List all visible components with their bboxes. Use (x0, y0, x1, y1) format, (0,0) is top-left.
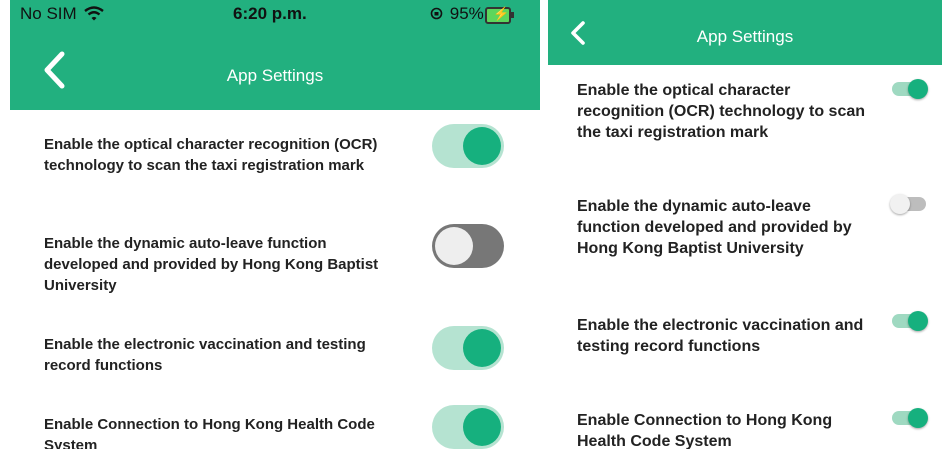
carrier-label: No SIM (20, 4, 105, 24)
nav-header: App Settings (548, 0, 942, 65)
page-title: App Settings (696, 27, 794, 46)
setting-label: Enable the optical character recognition… (44, 136, 378, 174)
toggle-knob (463, 127, 501, 165)
toggle-knob (463, 408, 501, 446)
health-code-toggle[interactable] (892, 408, 928, 428)
auto-leave-toggle[interactable] (890, 194, 926, 214)
battery-charging-icon: ⚡ (485, 6, 514, 24)
orientation-lock-icon (430, 7, 443, 20)
nav-header: App Settings (10, 30, 540, 110)
toggle-knob (908, 408, 928, 428)
setting-label: Enable Connection to Hong Kong Health Co… (44, 416, 375, 449)
vaccination-toggle[interactable] (432, 326, 504, 370)
auto-leave-toggle[interactable] (432, 224, 504, 268)
setting-label: Enable the dynamic auto-leave function d… (577, 198, 852, 257)
setting-label: Enable the optical character recognition… (577, 82, 866, 141)
battery-label: 95% (430, 4, 484, 24)
health-code-toggle[interactable] (432, 405, 504, 449)
setting-label: Enable the dynamic auto-leave function d… (44, 235, 379, 294)
setting-label: Enable the electronic vaccination and te… (44, 336, 366, 374)
setting-label: Enable the electronic vaccination and te… (577, 317, 864, 355)
toggle-knob (463, 329, 501, 367)
ocr-toggle[interactable] (892, 79, 928, 99)
android-app-settings-screen: App Settings Enable the optical characte… (548, 0, 942, 449)
clock: 6:20 p.m. (233, 4, 307, 23)
vaccination-toggle[interactable] (892, 311, 928, 331)
ocr-toggle[interactable] (432, 124, 504, 168)
toggle-knob (908, 79, 928, 99)
ios-app-settings-screen: No SIM 6:20 p.m. 95% ⚡ App Settings Enab… (10, 0, 540, 449)
setting-label: Enable Connection to Hong Kong Health Co… (577, 412, 833, 449)
toggle-knob (890, 194, 910, 214)
status-bar: No SIM 6:20 p.m. 95% ⚡ (10, 0, 540, 30)
battery-percent: 95% (449, 4, 484, 23)
toggle-knob (435, 227, 473, 265)
toggle-knob (908, 311, 928, 331)
page-title: App Settings (226, 66, 324, 85)
carrier-text: No SIM (20, 4, 77, 23)
wifi-icon (84, 6, 105, 21)
